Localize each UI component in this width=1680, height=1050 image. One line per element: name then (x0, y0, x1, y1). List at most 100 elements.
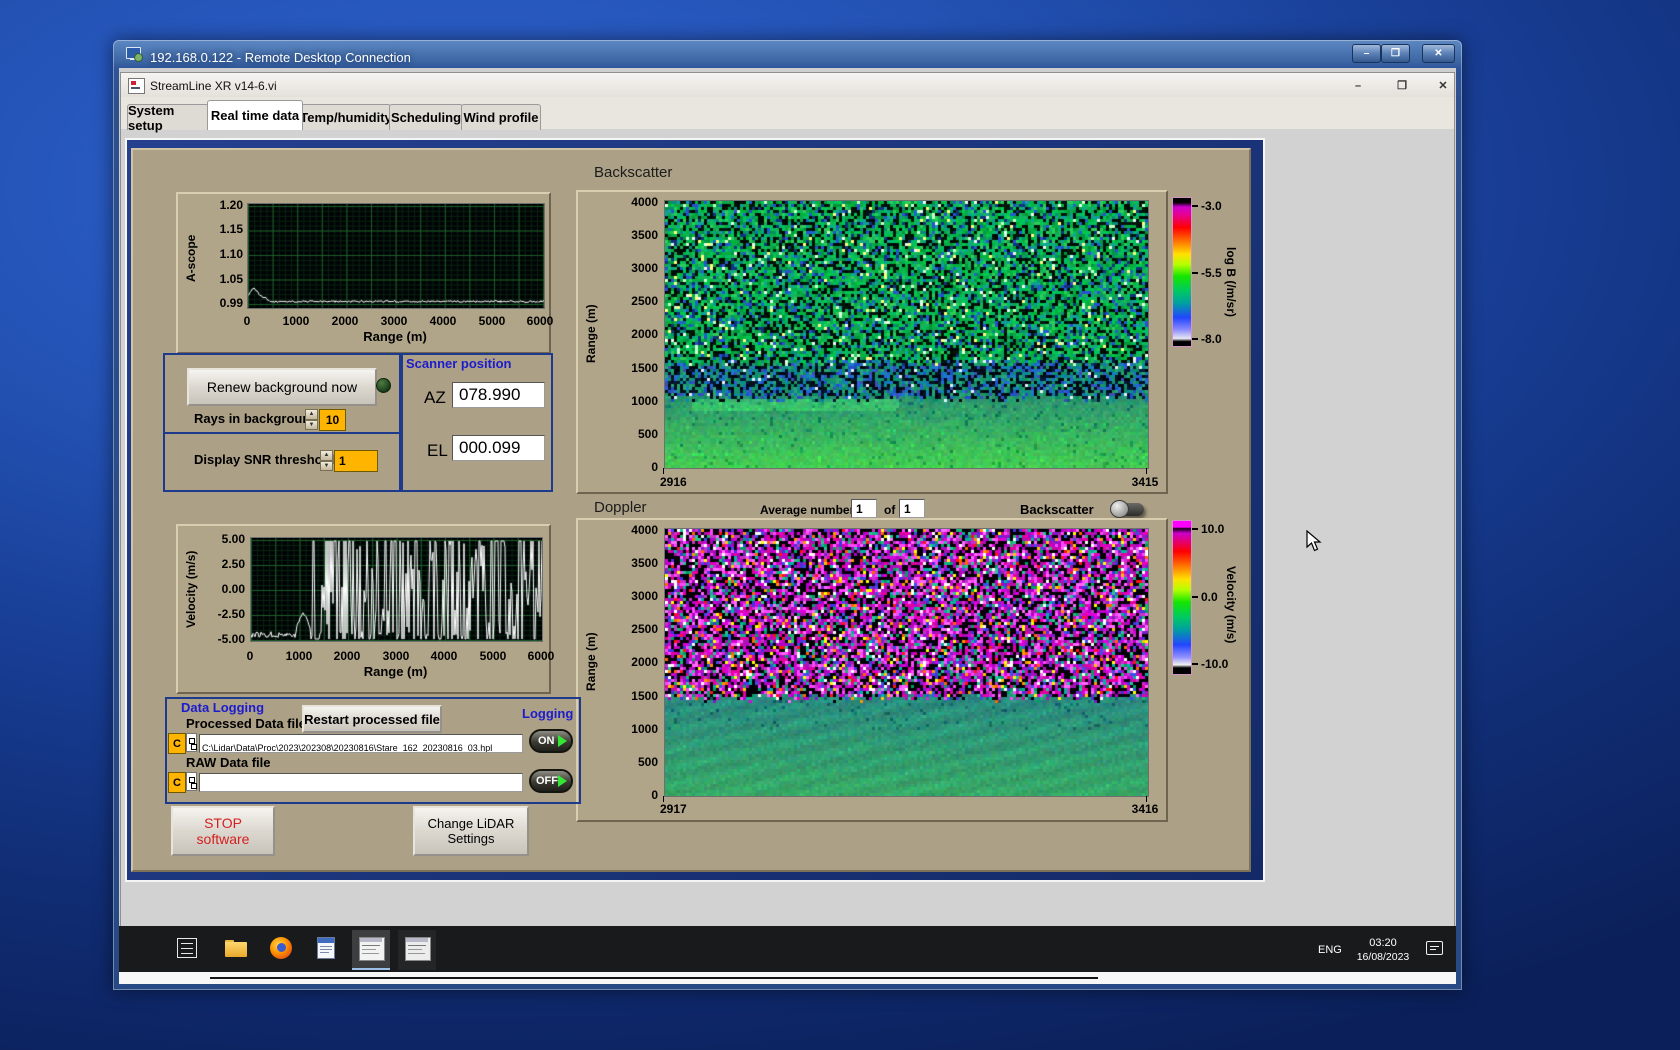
velocity-ytick: 2.50 (221, 557, 245, 571)
stop-line2: software (196, 831, 250, 847)
rays-value-field[interactable]: 10 (319, 409, 346, 431)
taskbar-app-scan-scheduler[interactable] (398, 930, 436, 970)
backscatter-ytick: 0 (651, 460, 658, 474)
colorbar-tick-mark (1192, 663, 1198, 665)
axis-tick (1146, 468, 1147, 474)
velocity-xtick: 3000 (382, 649, 410, 663)
rdp-close-button[interactable]: ✕ (1422, 44, 1455, 63)
backscatter-colorbar-label: log B (/m/sr) (1224, 246, 1238, 317)
desktop: 192.168.0.122 - Remote Desktop Connectio… (0, 0, 1680, 1050)
vi-close-button[interactable]: ✕ (1431, 78, 1455, 93)
velocity-xtick: 1000 (285, 649, 313, 663)
ascope-ylabel: A-scope (184, 234, 198, 282)
rdp-title: 192.168.0.122 - Remote Desktop Connectio… (150, 50, 411, 65)
restart-processed-file-button[interactable]: Restart processed file (302, 705, 442, 733)
change-line1: Change LiDAR (427, 816, 515, 831)
snr-value-field[interactable]: 1 (334, 450, 378, 472)
backscatter-ytick: 1500 (631, 361, 658, 375)
backscatter-x-right: 3415 (1131, 475, 1159, 489)
raw-drive-button[interactable]: C (168, 772, 186, 793)
spin-down-icon[interactable]: ▼ (305, 419, 318, 430)
average-number-field[interactable]: 1 (851, 499, 877, 518)
doppler-ytick: 2000 (631, 655, 658, 669)
spin-up-icon[interactable]: ▲ (305, 409, 318, 420)
velocity-plot (250, 537, 543, 642)
change-lidar-settings-button[interactable]: Change LiDAR Settings (413, 806, 529, 856)
backscatter-ytick: 4000 (631, 195, 658, 209)
spin-down-icon[interactable]: ▼ (320, 460, 333, 471)
rdp-icon (126, 47, 143, 62)
backscatter-ytick: 2000 (631, 327, 658, 341)
taskbar-app-scan-scheduler-active[interactable] (352, 930, 390, 970)
tab-real-time-data[interactable]: Real time data (207, 100, 303, 130)
language-indicator[interactable]: ENG (1318, 944, 1342, 956)
vi-minimize-button[interactable]: – (1345, 78, 1371, 93)
doppler-x-right: 3416 (1131, 802, 1159, 816)
processed-logging-on-toggle[interactable]: ON (529, 729, 573, 753)
backscatter-ytick: 3500 (631, 228, 658, 242)
processed-path-field[interactable]: C:\Lidar\Data\Proc\2023\202308\20230816\… (199, 734, 523, 753)
document-icon[interactable] (317, 937, 335, 959)
rdp-minimize-button[interactable]: – (1352, 44, 1381, 63)
doppler-ytick: 1500 (631, 689, 658, 703)
renew-background-button[interactable]: Renew background now (187, 368, 377, 406)
rays-in-background-label: Rays in background (194, 411, 319, 426)
restart-processed-file-label: Restart processed file (304, 711, 440, 727)
clock-date[interactable]: 16/08/2023 (1348, 951, 1418, 963)
horizontal-scrollbar[interactable] (210, 977, 1098, 979)
tab-temp-humidity[interactable]: Temp/humidity (300, 104, 392, 130)
start-icon[interactable] (177, 938, 197, 958)
ascope-ytick: 1.15 (219, 222, 243, 236)
doppler-ytick: 3500 (631, 556, 658, 570)
renew-background-label: Renew background now (206, 379, 358, 395)
clock-time[interactable]: 03:20 (1352, 937, 1414, 949)
backscatter-colorbar (1172, 197, 1192, 347)
ascope-xlabel: Range (m) (363, 329, 427, 344)
path-type-icon (186, 733, 197, 752)
colorbar-tick-mark (1192, 596, 1198, 598)
of-label: of (884, 503, 896, 517)
tab-system-setup[interactable]: System setup (127, 103, 209, 133)
rdp-maximize-button[interactable]: ❐ (1381, 44, 1410, 63)
average-total-field: 1 (899, 499, 925, 518)
doppler-ytick: 4000 (631, 523, 658, 537)
colorbar-tick-mark (1192, 338, 1198, 340)
tab-scheduling[interactable]: Scheduling (389, 104, 463, 130)
toggle-knob-icon[interactable] (1110, 500, 1129, 518)
doppler-colorbar-tick: 10.0 (1201, 522, 1225, 536)
notification-icon[interactable] (1426, 941, 1443, 955)
spin-up-icon[interactable]: ▲ (320, 450, 333, 461)
raw-path-field[interactable] (199, 773, 523, 792)
colorbar-tick-mark (1192, 205, 1198, 207)
backscatter-title: Backscatter (594, 164, 673, 181)
velocity-ytick: -5.00 (217, 632, 245, 646)
backscatter-heatmap (664, 200, 1149, 469)
backscatter-ytick: 3000 (631, 261, 658, 275)
scanner-position-title: Scanner position (406, 356, 512, 371)
tab-wind-profile[interactable]: Wind profile (461, 104, 541, 130)
ascope-ytick: 1.20 (219, 198, 243, 212)
ascope-xtick: 2000 (331, 314, 359, 328)
scanner-position-box (399, 353, 553, 492)
doppler-title: Doppler (594, 499, 647, 516)
firefox-icon[interactable] (270, 937, 292, 959)
backscatter-colorbar-tick: -3.0 (1201, 199, 1222, 213)
doppler-ytick: 2500 (631, 622, 658, 636)
ascope-xtick: 1000 (282, 314, 310, 328)
vi-restore-button[interactable]: ❐ (1389, 78, 1415, 93)
ascope-xtick: 4000 (429, 314, 457, 328)
rays-spinner[interactable]: ▲ ▼ (305, 409, 318, 430)
stop-software-button[interactable]: STOP software (171, 806, 275, 856)
velocity-xtick: 6000 (527, 649, 555, 663)
backscatter-ytick: 1000 (631, 394, 658, 408)
el-label: EL (427, 441, 448, 460)
az-label: AZ (424, 388, 446, 407)
raw-logging-off-toggle[interactable]: OFF (529, 769, 573, 793)
processed-drive-button[interactable]: C (168, 733, 186, 754)
doppler-ylabel: Range (m) (584, 632, 598, 692)
average-number-label: Average number (760, 503, 855, 517)
snr-spinner[interactable]: ▲ ▼ (320, 450, 333, 471)
file-explorer-icon[interactable] (225, 940, 247, 957)
backscatter-colorbar-tick: -8.0 (1201, 332, 1222, 346)
doppler-colorbar (1172, 520, 1192, 675)
